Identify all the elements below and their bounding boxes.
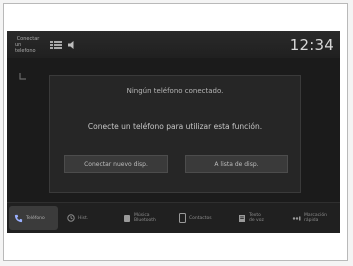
dialog-title: Ningún teléfono conectado. (126, 87, 224, 95)
nav-speed-dial[interactable]: Marcación rápida (292, 203, 327, 233)
speaker-icon (67, 31, 81, 58)
no-phone-dialog: Ningún teléfono conectado. Conecte un te… (49, 75, 301, 193)
nav-history[interactable]: Hist. (67, 203, 88, 233)
history-icon (67, 214, 75, 222)
clock: 12:34 (289, 35, 334, 54)
bottom-nav: Teléfono Hist. Música Bluetooth Contacto… (7, 202, 340, 233)
nav-phone[interactable]: Teléfono (9, 206, 58, 230)
nav-text-label2: de voz (249, 218, 264, 223)
music-icon (124, 214, 130, 222)
contacts-icon (179, 213, 186, 223)
nav-phone-label: Teléfono (26, 215, 45, 221)
phone-icon (14, 214, 23, 222)
nav-history-label: Hist. (78, 215, 89, 221)
nav-text[interactable]: Texto de voz (238, 203, 264, 233)
connect-new-device-button[interactable]: Conectar nuevo disp. (64, 155, 168, 173)
nav-music[interactable]: Música Bluetooth (123, 203, 156, 233)
infotainment-screen: Conectar un telefono 12:34 Ningún teléfo… (7, 31, 340, 233)
nav-music-label2: Bluetooth (134, 218, 156, 223)
device-list-button[interactable]: A lista de disp. (185, 155, 288, 173)
status-bar: Conectar un telefono 12:34 (7, 31, 340, 58)
nav-contacts-label: Contactos (189, 215, 212, 221)
dialog-message: Conecte un teléfono para utilizar esta f… (87, 122, 263, 131)
source-label: Conectar un telefono (15, 31, 41, 58)
nav-speed-dial-label2: rápida (304, 218, 319, 223)
source-label-line2: un telefono (15, 41, 36, 54)
nav-contacts[interactable]: Contactos (179, 203, 212, 233)
text-icon (239, 214, 245, 222)
dial-icon (292, 216, 301, 220)
grid-icon (50, 31, 64, 58)
back-icon[interactable] (19, 65, 27, 80)
